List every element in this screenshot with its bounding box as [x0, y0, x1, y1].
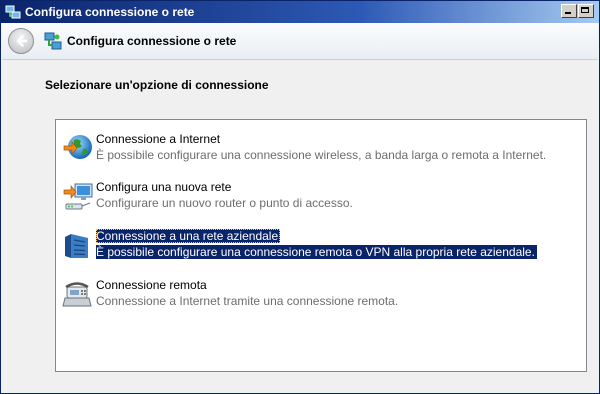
- globe-icon: [63, 135, 92, 159]
- maximize-button[interactable]: [578, 4, 594, 18]
- option-title: Connessione remota: [96, 278, 207, 292]
- network-icon: [63, 183, 93, 210]
- phone-icon: [62, 282, 92, 307]
- connection-options-list[interactable]: Connessione a Internet È possibile confi…: [55, 119, 587, 372]
- option-new-network[interactable]: Configura una nuova rete Configurare un …: [60, 178, 527, 214]
- network-setup-icon: [5, 5, 21, 19]
- option-connect-workplace[interactable]: Connessione a una rete aziendale È possi…: [60, 227, 537, 263]
- option-dial-up[interactable]: Connessione remota Connessione a Interne…: [60, 276, 527, 312]
- option-description: Connessione a Internet tramite una conne…: [96, 294, 399, 308]
- option-title: Connessione a una rete aziendale: [96, 229, 281, 243]
- title-bar[interactable]: Configura connessione o rete: [1, 1, 599, 23]
- option-description: È possibile configurare una connessione …: [96, 245, 537, 259]
- option-connect-internet[interactable]: Connessione a Internet È possibile confi…: [60, 130, 546, 166]
- section-heading: Selezionare un'opzione di connessione: [45, 78, 269, 92]
- option-title: Configura una nuova rete: [96, 180, 232, 194]
- navigation-bar: Configura connessione o rete: [2, 23, 598, 60]
- option-description: È possibile configurare una connessione …: [96, 148, 547, 162]
- workplace-icon: [65, 234, 88, 258]
- window-title: Configura connessione o rete: [25, 5, 195, 19]
- page-title: Configura connessione o rete: [67, 34, 237, 48]
- option-title: Connessione a Internet: [96, 132, 221, 146]
- option-description: Configurare un nuovo router o punto di a…: [96, 196, 353, 210]
- network-setup-icon: [44, 32, 62, 50]
- back-arrow-icon: [16, 35, 28, 47]
- setup-connection-window: Configura connessione o rete Configura c…: [0, 0, 600, 394]
- minimize-button[interactable]: [561, 4, 577, 18]
- back-button[interactable]: [8, 28, 34, 54]
